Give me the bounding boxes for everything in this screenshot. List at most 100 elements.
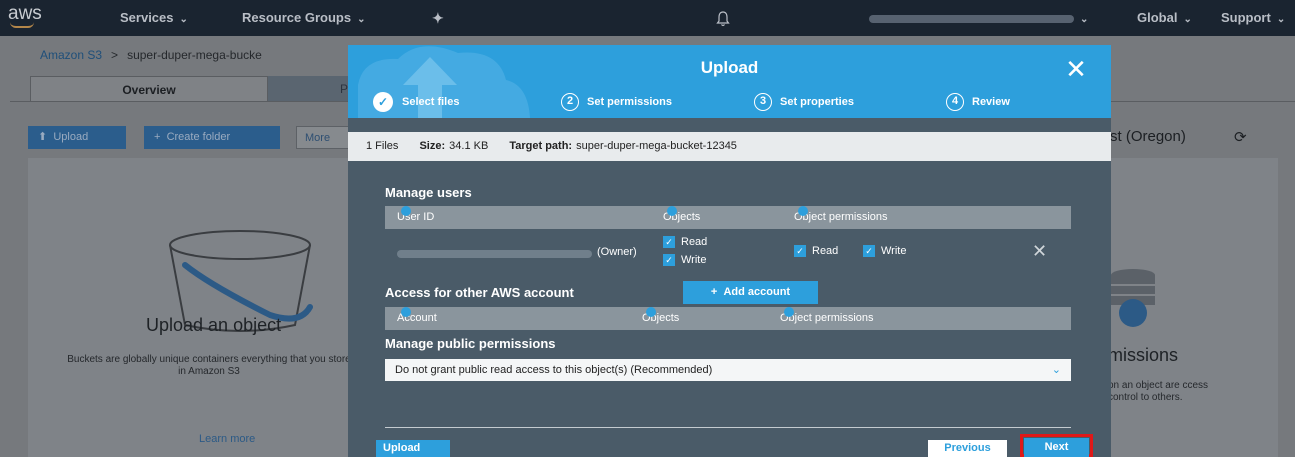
upload-button[interactable]: Upload: [376, 440, 450, 457]
manage-users-title: Manage users: [385, 185, 472, 200]
info-icon[interactable]: [784, 307, 794, 317]
target-path-label: Target path:: [509, 140, 573, 152]
public-permissions-select[interactable]: Do not grant public read access to this …: [385, 359, 1071, 381]
tab-overview[interactable]: Overview: [30, 76, 268, 102]
support-label: Support: [1221, 10, 1271, 25]
account-menu[interactable]: ⌄: [869, 0, 1089, 36]
add-account-button[interactable]: + Add account: [683, 281, 818, 304]
more-button[interactable]: More: [296, 126, 350, 149]
aws-logo[interactable]: aws: [8, 0, 56, 36]
permissions-title: missions: [1108, 345, 1179, 365]
chevron-down-icon: ⌄: [1080, 14, 1089, 25]
target-path-value: super-duper-mega-bucket-12345: [576, 140, 737, 152]
top-nav: aws Services ⌄ Resource Groups ⌄ ✦ ⌄ Globa…: [0, 0, 1295, 36]
next-button[interactable]: Next: [1024, 438, 1089, 457]
services-menu[interactable]: Services ⌄: [120, 0, 188, 36]
tab-properties[interactable]: P: [268, 76, 350, 102]
step-review[interactable]: 4 Review: [946, 92, 1010, 112]
permissions-description: on an object are ccess control to others…: [1108, 380, 1209, 403]
resource-groups-label: Resource Groups: [242, 10, 352, 25]
public-permissions-value: Do not grant public read access to this …: [395, 364, 713, 376]
services-label: Services: [120, 10, 174, 25]
info-icon[interactable]: [646, 307, 656, 317]
breadcrumb-bucket: super-duper-mega-bucke: [127, 48, 262, 62]
account-name-redacted: [869, 14, 1074, 23]
footer-divider: [385, 427, 1071, 428]
step-set-permissions[interactable]: 2 Set permissions: [561, 92, 672, 112]
step-select-files[interactable]: ✓ Select files: [373, 92, 460, 113]
remove-user-icon[interactable]: ✕: [1032, 241, 1047, 262]
owner-label: (Owner): [597, 246, 637, 258]
modal-header: Upload ✕ ✓ Select files 2 Set permissions …: [348, 45, 1111, 118]
size-label: Size:: [419, 140, 446, 152]
checkbox-checked-icon: ✓: [863, 245, 875, 258]
bg-upload-label: Upload: [53, 131, 89, 143]
step-set-properties[interactable]: 3 Set properties: [754, 92, 854, 112]
permissions-write-checkbox[interactable]: ✓ Write: [863, 244, 906, 258]
close-icon[interactable]: ✕: [1061, 54, 1091, 84]
chevron-down-icon: ⌄: [1051, 364, 1061, 376]
upload-summary-bar: 1 Files Size: 34.1 KB Target path: super-d…: [348, 132, 1111, 161]
create-folder-label: Create folder: [166, 131, 231, 143]
info-icon[interactable]: [401, 206, 411, 216]
info-icon[interactable]: [798, 206, 808, 216]
col-object-permissions-label: Object permissions: [794, 211, 888, 223]
breadcrumb-s3-link[interactable]: Amazon S3: [40, 48, 102, 62]
aws-logo-text: aws: [8, 3, 42, 24]
objects-write-checkbox[interactable]: ✓ Write: [663, 253, 706, 267]
bg-upload-button[interactable]: ⬆︎ Upload: [28, 126, 126, 149]
step-3-number: 3: [754, 93, 772, 112]
upload-modal: Upload ✕ ✓ Select files 2 Set permissions …: [348, 45, 1111, 457]
add-account-label: Add account: [723, 286, 791, 298]
checkbox-checked-icon: ✓: [663, 236, 675, 249]
step-4-label: Review: [972, 96, 1010, 108]
info-icon[interactable]: [667, 206, 677, 216]
modal-title: Upload: [700, 58, 759, 77]
users-table-header: User ID Objects Object permissions: [385, 206, 1071, 229]
check-circle-icon: ✓: [373, 92, 393, 113]
step-4-number: 4: [946, 93, 964, 112]
bell-icon[interactable]: [716, 0, 736, 36]
resource-groups-menu[interactable]: Resource Groups ⌄: [242, 0, 365, 36]
plus-icon: +: [710, 286, 718, 298]
breadcrumb-separator: >: [111, 48, 119, 62]
file-count: 1 Files: [366, 140, 399, 152]
permissions-read-label: Read: [812, 245, 839, 257]
plus-icon: +: [154, 131, 161, 143]
user-id-redacted: [397, 250, 592, 258]
step-1-label: Select files: [402, 96, 460, 108]
learn-more-link[interactable]: Learn more: [199, 433, 255, 445]
col-object-permissions-label: Object permissions: [780, 312, 874, 324]
aws-smile-icon: [10, 22, 34, 28]
checkbox-checked-icon: ✓: [794, 245, 806, 258]
database-illustration-icon: [1111, 269, 1155, 327]
previous-button[interactable]: Previous: [928, 440, 1007, 457]
chevron-down-icon: ⌄: [357, 14, 366, 25]
step-2-number: 2: [561, 93, 579, 112]
objects-read-label: Read: [681, 236, 708, 248]
public-permissions-title: Manage public permissions: [385, 336, 556, 351]
upload-object-title: Upload an object: [146, 315, 282, 335]
refresh-icon[interactable]: ⟳: [1234, 128, 1247, 146]
region-label: st (Oregon): [1110, 128, 1186, 145]
step-3-label: Set properties: [780, 96, 854, 108]
permissions-read-checkbox[interactable]: ✓ Read: [794, 244, 838, 258]
info-icon[interactable]: [401, 307, 411, 317]
objects-read-checkbox[interactable]: ✓ Read: [663, 235, 707, 249]
chevron-down-icon: ⌄: [1276, 14, 1286, 25]
support-menu[interactable]: Support ⌄: [1221, 0, 1285, 36]
other-accounts-title: Access for other AWS account: [385, 285, 574, 300]
chevron-down-icon: ⌄: [179, 14, 188, 25]
upload-icon: ⬆︎: [38, 131, 48, 143]
breadcrumb: Amazon S3 > super-duper-mega-bucke: [40, 48, 262, 62]
create-folder-button[interactable]: + Create folder: [144, 126, 280, 149]
accounts-table-header: Account Objects Object permissions: [385, 307, 1071, 330]
step-2-label: Set permissions: [587, 96, 672, 108]
size-value: 34.1 KB: [449, 140, 489, 152]
objects-write-label: Write: [681, 254, 707, 266]
region-menu[interactable]: Global ⌄: [1137, 0, 1192, 36]
chevron-down-icon: ⌄: [1183, 14, 1192, 25]
upload-object-description: Buckets are globally unique containers e…: [67, 354, 351, 377]
pin-icon[interactable]: ✦: [432, 0, 444, 36]
checkbox-checked-icon: ✓: [663, 254, 675, 267]
